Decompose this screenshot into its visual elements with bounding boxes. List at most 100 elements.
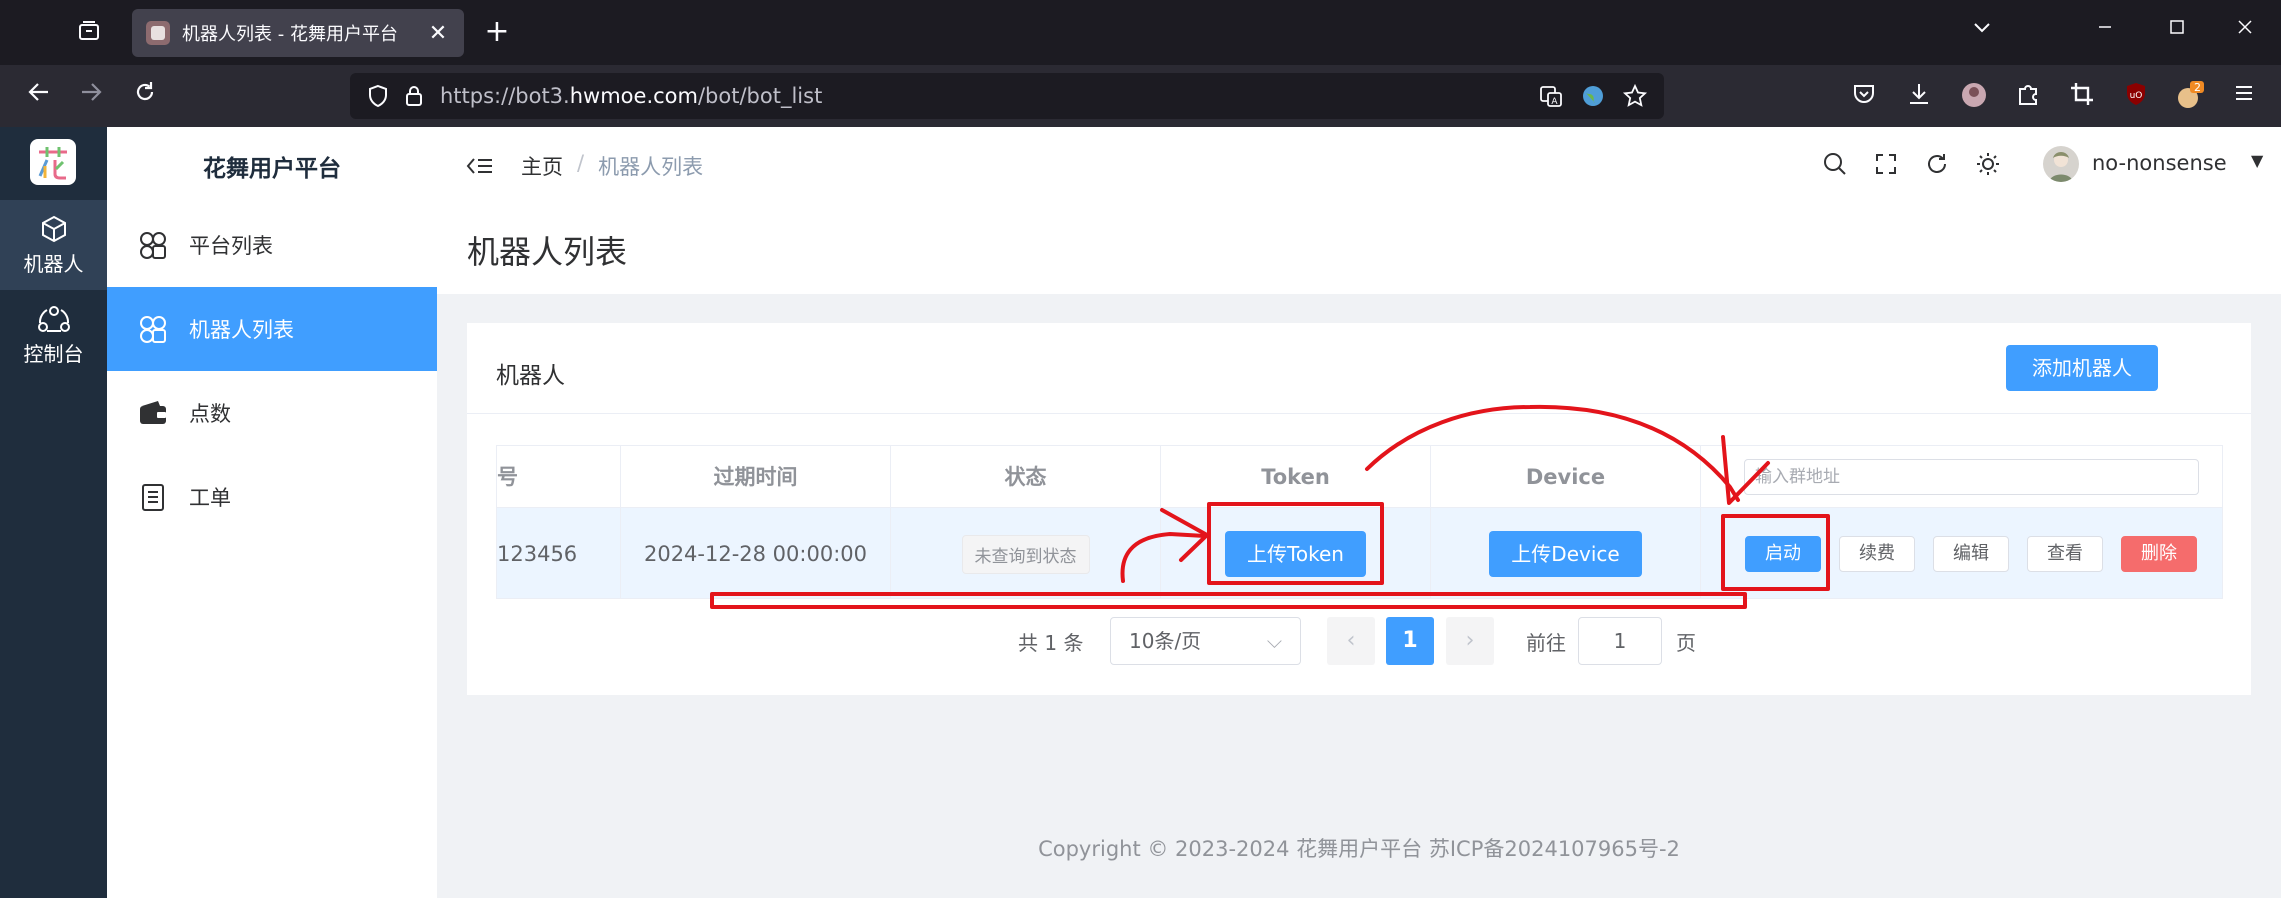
- menu-icon[interactable]: [2229, 81, 2259, 111]
- column-header-id: 号: [497, 446, 621, 508]
- upload-device-button[interactable]: 上传Device: [1489, 531, 1642, 577]
- status-badge: 未查询到状态: [961, 534, 1090, 574]
- svg-text:uO: uO: [2130, 91, 2143, 101]
- new-tab-button[interactable]: +: [482, 16, 512, 48]
- card-divider: [467, 413, 2251, 414]
- tab-title: 机器人列表 - 花舞用户平台: [182, 24, 398, 45]
- wallet-icon: [137, 397, 169, 429]
- pocket-icon[interactable]: [1849, 81, 1879, 111]
- sidebar-title: 花舞用户平台: [203, 156, 341, 182]
- crop-icon[interactable]: [2067, 81, 2097, 111]
- ublock-icon[interactable]: uO: [2121, 81, 2151, 111]
- tab-favicon-icon: [146, 21, 170, 45]
- address-bar[interactable]: https://bot3.hwmoe.com/bot/bot_list A: [350, 73, 1664, 119]
- search-icon[interactable]: [1820, 149, 1850, 179]
- breadcrumb-separator: /: [577, 151, 585, 175]
- upload-token-button[interactable]: 上传Token: [1225, 531, 1366, 577]
- goto-label: 前往: [1526, 631, 1566, 655]
- theme-sun-icon[interactable]: [1973, 149, 2003, 179]
- sidebar-item-tickets[interactable]: 工单: [107, 455, 437, 539]
- tab-list-chevron-icon[interactable]: [1962, 16, 2002, 48]
- goto-unit-label: 页: [1676, 631, 1696, 655]
- renew-button[interactable]: 续费: [1839, 536, 1915, 572]
- page-size-select[interactable]: 10条/页 ⌵: [1110, 617, 1301, 665]
- column-header-status: 状态: [891, 446, 1161, 508]
- page: 机器人 控制台 花舞用户平台 平台列表 机器人列表 点数 工单 主页 / 机器人…: [0, 127, 2281, 898]
- console-icon: [37, 305, 70, 332]
- view-button[interactable]: 查看: [2027, 536, 2103, 572]
- username[interactable]: no-nonsense: [2092, 151, 2227, 175]
- app-logo[interactable]: [30, 139, 76, 185]
- edit-button[interactable]: 编辑: [1933, 536, 2009, 572]
- url-text[interactable]: https://bot3.hwmoe.com/bot/bot_list: [440, 84, 822, 108]
- cell-status: 未查询到状态: [891, 508, 1161, 598]
- page-title: 机器人列表: [467, 233, 628, 271]
- main-content: 主页 / 机器人列表 no-nonsense ▼ 机器人列表 机器人 添加机器人…: [437, 127, 2281, 898]
- page-header: 主页 / 机器人列表 no-nonsense ▼ 机器人列表: [437, 127, 2281, 294]
- refresh-icon[interactable]: [1922, 149, 1952, 179]
- tab-overview-icon[interactable]: [74, 18, 104, 48]
- translate-icon[interactable]: A: [1538, 83, 1564, 109]
- lock-icon[interactable]: [402, 84, 426, 108]
- cube-icon: [41, 215, 66, 242]
- document-icon: [137, 481, 169, 513]
- robot-card: 机器人 添加机器人 号 过期时间 状态 Token Device 输入群地址 1…: [467, 323, 2251, 695]
- sidebar-item-label: 平台列表: [189, 234, 273, 258]
- back-button[interactable]: [22, 79, 56, 113]
- collapse-sidebar-icon[interactable]: [465, 151, 495, 181]
- delete-button[interactable]: 删除: [2121, 536, 2197, 572]
- reload-button[interactable]: [128, 79, 162, 113]
- chevron-down-icon: ⌵: [1266, 629, 1282, 653]
- caret-down-icon[interactable]: ▼: [2251, 151, 2263, 170]
- card-title: 机器人: [496, 363, 565, 389]
- downloads-icon[interactable]: [1904, 81, 1934, 111]
- page-number-button[interactable]: 1: [1386, 617, 1434, 665]
- robot-table: 号 过期时间 状态 Token Device 输入群地址 123456 2024…: [496, 445, 2223, 599]
- close-window-button[interactable]: [2225, 16, 2265, 48]
- sidebar-item-label: 工单: [189, 486, 231, 510]
- add-robot-button[interactable]: 添加机器人: [2006, 345, 2158, 391]
- sidebar-item-platform-list[interactable]: 平台列表: [107, 203, 437, 287]
- app-rail: 机器人 控制台: [0, 127, 107, 898]
- page-size-value: 10条/页: [1129, 629, 1202, 653]
- minimize-button[interactable]: [2085, 16, 2125, 48]
- cell-id: 123456: [497, 508, 621, 598]
- globe-extension-icon[interactable]: [1580, 83, 1606, 109]
- extension-badge-icon[interactable]: 2: [2175, 81, 2205, 111]
- prev-page-button[interactable]: ‹: [1327, 617, 1375, 665]
- sidebar-item-label: 机器人列表: [189, 318, 294, 342]
- extension-badge-count: 2: [2194, 81, 2201, 94]
- pagination-total: 共 1 条: [1018, 631, 1084, 655]
- footer-copyright: Copyright © 2023-2024 花舞用户平台 苏ICP备202410…: [1038, 837, 1680, 861]
- circles-icon: [137, 229, 169, 261]
- sidebar-item-points[interactable]: 点数: [107, 371, 437, 455]
- breadcrumb-current: 机器人列表: [598, 155, 704, 179]
- tab-close-icon[interactable]: ✕: [426, 21, 450, 46]
- maximize-button[interactable]: [2157, 16, 2197, 48]
- fullscreen-icon[interactable]: [1871, 149, 1901, 179]
- table-header: 号 过期时间 状态 Token Device 输入群地址: [497, 446, 2222, 508]
- breadcrumb-home[interactable]: 主页: [521, 151, 563, 181]
- account-avatar-icon[interactable]: [1959, 81, 1989, 111]
- column-header-token: Token: [1161, 446, 1431, 508]
- rail-item-robot[interactable]: 机器人: [0, 200, 107, 290]
- sidebar-item-label: 点数: [189, 402, 231, 426]
- user-avatar[interactable]: [2043, 146, 2079, 182]
- column-header-expire: 过期时间: [621, 446, 891, 508]
- column-header-device: Device: [1431, 446, 1701, 508]
- breadcrumb: 主页 / 机器人列表: [521, 151, 703, 181]
- cell-device: 上传Device: [1431, 508, 1701, 598]
- sidebar-item-robot-list[interactable]: 机器人列表: [107, 287, 437, 371]
- start-button[interactable]: 启动: [1745, 536, 1821, 572]
- browser-tab[interactable]: 机器人列表 - 花舞用户平台 ✕: [132, 9, 464, 57]
- rail-item-console[interactable]: 控制台: [0, 290, 107, 380]
- cell-expire: 2024-12-28 00:00:00: [621, 508, 891, 598]
- next-page-button[interactable]: ›: [1446, 617, 1494, 665]
- tracking-shield-icon[interactable]: [366, 84, 390, 108]
- goto-page-input[interactable]: 1: [1578, 617, 1662, 665]
- rail-item-label: 控制台: [23, 341, 84, 366]
- group-address-input[interactable]: 输入群地址: [1744, 459, 2199, 495]
- extensions-puzzle-icon[interactable]: [2013, 81, 2043, 111]
- bookmark-star-icon[interactable]: [1622, 83, 1648, 109]
- forward-button[interactable]: [74, 79, 108, 113]
